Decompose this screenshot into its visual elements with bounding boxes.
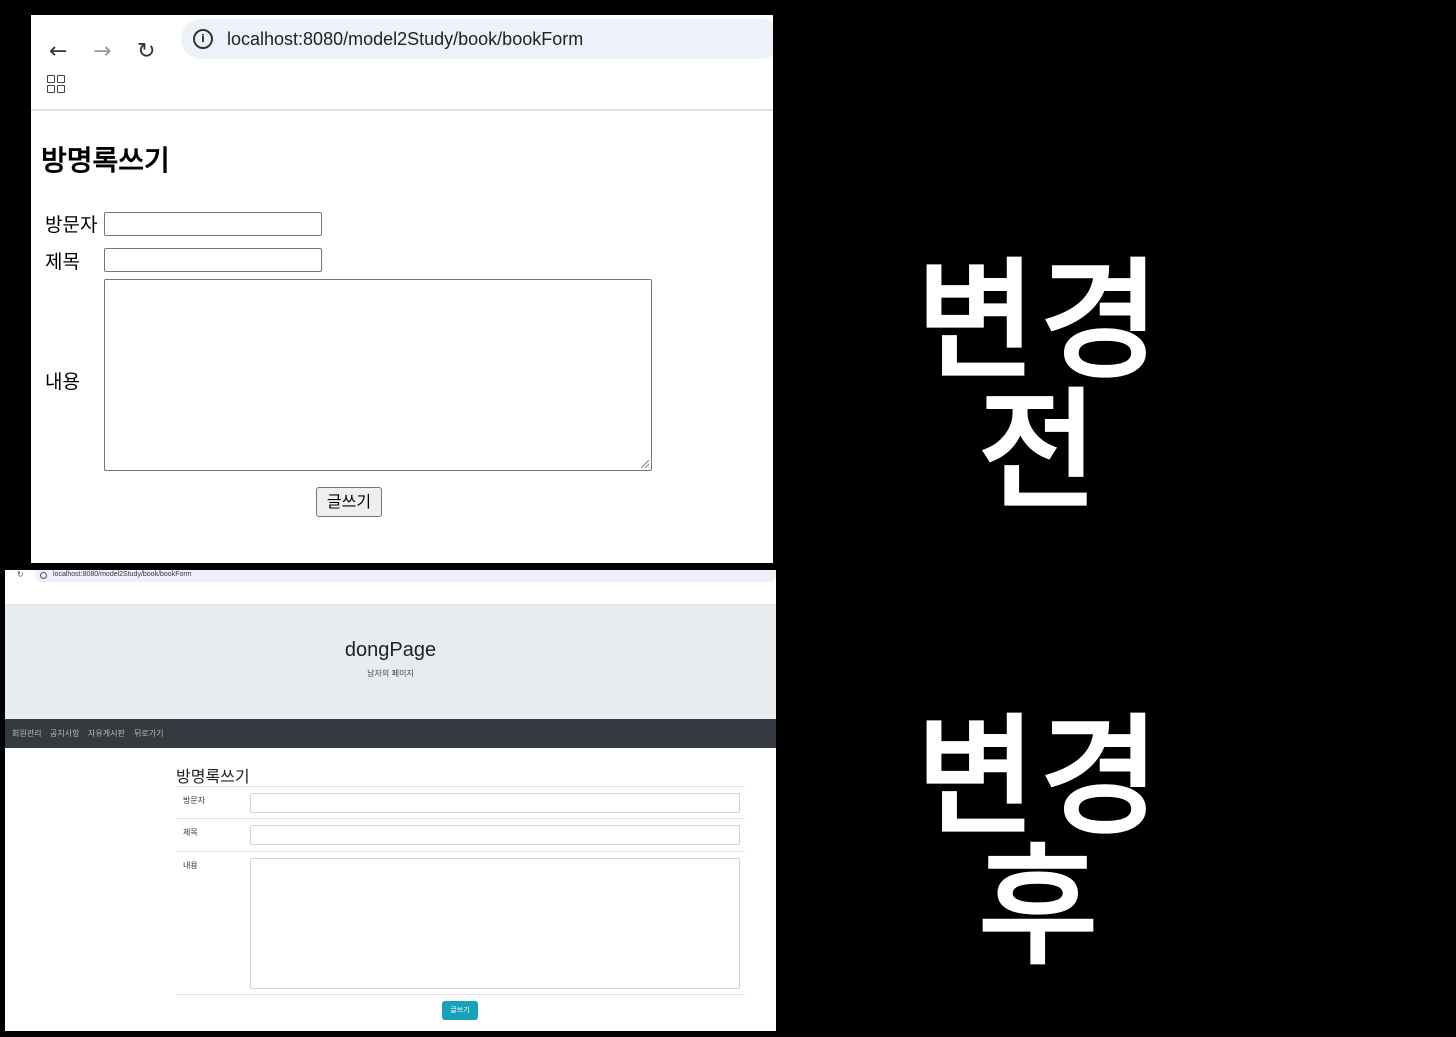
jumbotron: dongPage 남자의 페이지 <box>5 605 776 719</box>
address-bar[interactable]: i localhost:8080/model2Study/book/bookFo… <box>181 19 773 59</box>
info-icon[interactable]: i <box>193 29 213 49</box>
navbar: 회원관리 공지사항 자유게시판 뒤로가기 <box>5 719 776 748</box>
content-label: 내용 <box>45 371 80 393</box>
forward-icon[interactable]: → <box>93 41 111 63</box>
visitor-input[interactable] <box>104 212 322 236</box>
browser-toolbar: ↻ localhost:8080/model2Study/book/bookFo… <box>5 570 776 605</box>
nav-item-board[interactable]: 자유게시판 <box>88 728 125 739</box>
divider <box>176 994 745 995</box>
visitor-label: 방문자 <box>45 214 98 236</box>
brand-title: dongPage <box>344 639 437 661</box>
subject-input[interactable] <box>104 248 322 272</box>
divider <box>176 818 745 819</box>
content-textarea[interactable] <box>250 858 740 989</box>
info-icon[interactable] <box>40 572 47 579</box>
submit-button[interactable]: 글쓰기 <box>316 487 382 517</box>
nav-item-member[interactable]: 회원관리 <box>12 728 41 739</box>
page-title: 방명록쓰기 <box>176 767 250 786</box>
submit-button[interactable]: 글쓰기 <box>442 1001 478 1020</box>
reload-icon[interactable]: ↻ <box>17 570 24 579</box>
subject-input[interactable] <box>250 825 740 845</box>
caption-after: 변경 후 <box>916 701 1164 983</box>
visitor-label: 방문자 <box>183 796 206 805</box>
caption-before: 변경 전 <box>916 245 1164 527</box>
divider <box>176 786 745 787</box>
content-textarea[interactable] <box>104 279 652 471</box>
resize-handle-icon[interactable] <box>641 460 649 468</box>
after-screenshot: ↻ localhost:8080/model2Study/book/bookFo… <box>5 570 776 1031</box>
nav-item-back[interactable]: 뒤로가기 <box>134 728 163 739</box>
subject-label: 제목 <box>183 828 198 837</box>
url-text: localhost:8080/model2Study/book/bookForm <box>53 571 192 578</box>
nav-item-notice[interactable]: 공지사항 <box>50 728 79 739</box>
divider <box>176 851 745 852</box>
content-label: 내용 <box>183 861 198 870</box>
before-screenshot: ← → ↻ i localhost:8080/model2Study/book/… <box>31 15 773 563</box>
brand-slogan: 남자의 페이지 <box>367 669 414 678</box>
back-icon[interactable]: ← <box>49 41 67 63</box>
browser-toolbar: ← → ↻ i localhost:8080/model2Study/book/… <box>31 15 773 111</box>
visitor-input[interactable] <box>250 793 740 813</box>
subject-label: 제목 <box>45 251 80 273</box>
page-title: 방명록쓰기 <box>41 144 170 177</box>
reload-icon[interactable]: ↻ <box>137 41 155 63</box>
url-text: localhost:8080/model2Study/book/bookForm <box>227 29 584 49</box>
apps-icon[interactable] <box>47 75 65 93</box>
